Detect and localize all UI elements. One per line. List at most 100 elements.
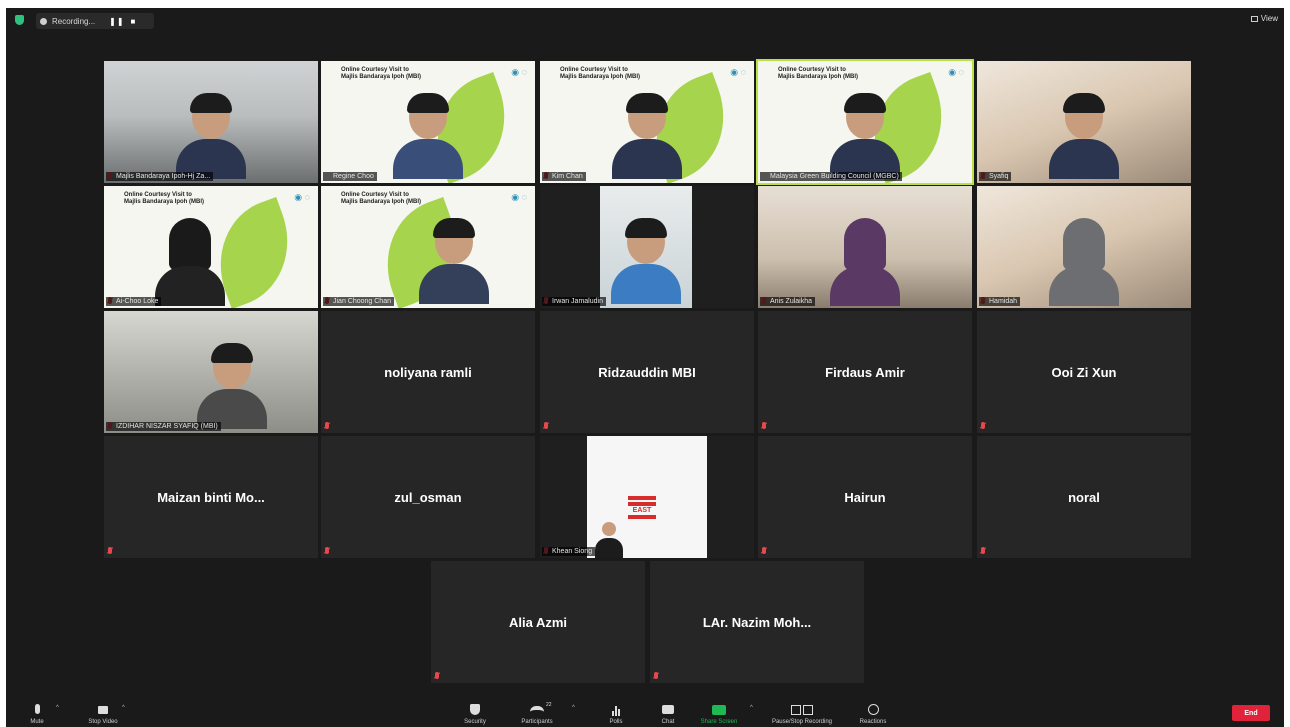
stop-recording-icon[interactable]: ■ — [131, 17, 137, 26]
name-tile-firdaus[interactable]: Firdaus Amir — [758, 311, 972, 433]
slide-logo-icon: ◉ ◌ — [948, 67, 964, 77]
participant-video — [197, 343, 268, 433]
slide-logo-icon: ◉ ◌ — [511, 192, 527, 202]
video-tile-kim[interactable]: Online Courtesy Visit to Majlis Bandaraya… — [540, 61, 754, 183]
participants-count: 22 — [546, 702, 552, 708]
participant-name: Majlis Bandaraya Ipoh-Hj Za... — [106, 172, 214, 181]
slide-logo-icon: ◉ ◌ — [294, 192, 310, 202]
participant-name: Hairun — [844, 489, 886, 505]
participant-video — [418, 218, 489, 308]
video-tile-irwan[interactable]: Irwan Jamaludin — [540, 186, 754, 308]
security-button[interactable]: Security — [450, 704, 500, 725]
slide-title: Online Courtesy Visit to Majlis Bandaraya… — [341, 67, 422, 80]
participant-name: Anis Zulaikha — [760, 297, 816, 306]
slide-title: Online Courtesy Visit to Majlis Bandaraya… — [341, 192, 422, 205]
mic-muted-icon — [762, 422, 766, 429]
reactions-button[interactable]: Reactions — [848, 704, 898, 725]
recording-label: Recording... — [52, 16, 96, 26]
participant-name: Maizan binti Mo... — [157, 489, 265, 505]
name-tile-maizan[interactable]: Maizan binti Mo... — [104, 436, 318, 558]
participant-name: Alia Azmi — [508, 614, 568, 630]
participant-name: Irwan Jamaludin — [542, 297, 606, 306]
mic-muted-icon — [544, 422, 548, 429]
participant-video — [612, 93, 682, 183]
chat-icon — [662, 705, 674, 714]
video-tile-jian[interactable]: Online Courtesy Visit to Majlis Bandaraya… — [321, 186, 535, 308]
participant-name: Kim Chan — [542, 172, 586, 181]
video-tile-ai[interactable]: Online Courtesy Visit to Majlis Bandaraya… — [104, 186, 318, 308]
slide-logo-icon: ◉ ◌ — [511, 67, 527, 77]
chat-button[interactable]: Chat — [643, 704, 693, 725]
name-tile-noliyana[interactable]: noliyana ramli — [321, 311, 535, 433]
participant-name: Ooi Zi Xun — [1051, 364, 1117, 380]
camera-icon — [98, 706, 108, 714]
view-button[interactable]: View — [1250, 14, 1278, 23]
mic-muted-icon — [981, 547, 985, 554]
participant-name: Ai-Choo Loke — [106, 297, 162, 306]
meeting-window: Recording... ❚❚ ■ View Majlis Bandaraya … — [6, 8, 1284, 727]
slide-title: Online Courtesy Visit to Majlis Bandaraya… — [124, 192, 205, 205]
polls-button[interactable]: Polls — [591, 704, 641, 725]
participant-name: Syafiq — [979, 172, 1012, 181]
share-options-chevron-icon[interactable]: ^ — [750, 705, 753, 711]
reactions-icon — [867, 704, 879, 715]
participant-video: EAST — [587, 436, 707, 558]
mute-button[interactable]: Mute — [12, 704, 62, 725]
polls-icon — [609, 704, 623, 716]
slide-logo-icon: ◉ ◌ — [730, 67, 746, 77]
top-bar: Recording... ❚❚ ■ View — [6, 8, 1284, 34]
participant-name: Ridzauddin MBI — [598, 364, 696, 380]
east-logo: EAST — [627, 492, 657, 522]
mic-muted-icon — [981, 422, 985, 429]
participant-video — [830, 218, 900, 308]
participant-video — [830, 93, 900, 183]
video-options-chevron-icon[interactable]: ^ — [122, 705, 125, 711]
mute-options-chevron-icon[interactable]: ^ — [56, 705, 59, 711]
name-tile-nazim[interactable]: LAr. Nazim Moh... — [650, 561, 864, 683]
mic-muted-icon — [108, 547, 112, 554]
participant-video — [1049, 93, 1119, 183]
participant-name: IZDIHAR NISZAR SYAFIQ (MBI) — [106, 422, 221, 431]
recording-dot-icon — [40, 17, 47, 25]
video-tile-khean[interactable]: EAST Khean Siong — [540, 436, 754, 558]
participant-name: zul_osman — [394, 489, 462, 505]
share-screen-button[interactable]: Share Screen — [694, 704, 744, 725]
video-tile-active-speaker[interactable]: Online Courtesy Visit to Majlis Bandaraya… — [756, 59, 974, 185]
mic-muted-icon — [325, 422, 329, 429]
mic-muted-icon — [435, 672, 439, 679]
share-screen-icon — [712, 705, 726, 715]
participant-video — [600, 186, 692, 308]
video-tile-hamidah[interactable]: Hamidah — [977, 186, 1191, 308]
name-tile-noral[interactable]: noral — [977, 436, 1191, 558]
video-tile-mbi[interactable]: Majlis Bandaraya Ipoh-Hj Za... — [104, 61, 318, 183]
end-meeting-button[interactable]: End — [1232, 705, 1270, 721]
name-tile-ooi[interactable]: Ooi Zi Xun — [977, 311, 1191, 433]
name-tile-zul[interactable]: zul_osman — [321, 436, 535, 558]
encryption-shield-icon[interactable] — [15, 15, 24, 25]
shield-icon — [470, 704, 480, 715]
pause-stop-recording-icon — [791, 705, 813, 715]
slide-title: Online Courtesy Visit to Majlis Bandaraya… — [560, 67, 641, 80]
mic-muted-icon — [762, 547, 766, 554]
participants-icon — [530, 706, 544, 715]
participant-name: noral — [1068, 489, 1100, 505]
name-tile-alia[interactable]: Alia Azmi — [431, 561, 645, 683]
participant-name: Malaysia Green Building Council (MGBC) — [760, 172, 902, 181]
participant-name: Khean Siong — [542, 547, 596, 556]
participants-options-chevron-icon[interactable]: ^ — [572, 705, 575, 711]
pause-recording-icon[interactable]: ❚❚ — [109, 17, 124, 26]
view-label: View — [1260, 14, 1278, 23]
participant-name: Firdaus Amir — [825, 364, 905, 380]
video-tile-izdihar[interactable]: IZDIHAR NISZAR SYAFIQ (MBI) — [104, 311, 318, 433]
video-tile-regine[interactable]: Online Courtesy Visit to Majlis Bandaraya… — [321, 61, 535, 183]
grid-view-icon — [1250, 15, 1258, 22]
pause-stop-recording-button[interactable]: Pause/Stop Recording — [766, 704, 838, 725]
name-tile-hairun[interactable]: Hairun — [758, 436, 972, 558]
slide-title: Online Courtesy Visit to Majlis Bandaraya… — [778, 67, 859, 80]
video-tile-anis[interactable]: Anis Zulaikha — [758, 186, 972, 308]
stop-video-button[interactable]: Stop Video — [78, 704, 128, 725]
video-tile-5[interactable]: Syafiq — [977, 61, 1191, 183]
participants-button[interactable]: 22 Participants — [512, 702, 562, 725]
name-tile-ridzauddin[interactable]: Ridzauddin MBI — [540, 311, 754, 433]
mic-muted-icon — [654, 672, 658, 679]
